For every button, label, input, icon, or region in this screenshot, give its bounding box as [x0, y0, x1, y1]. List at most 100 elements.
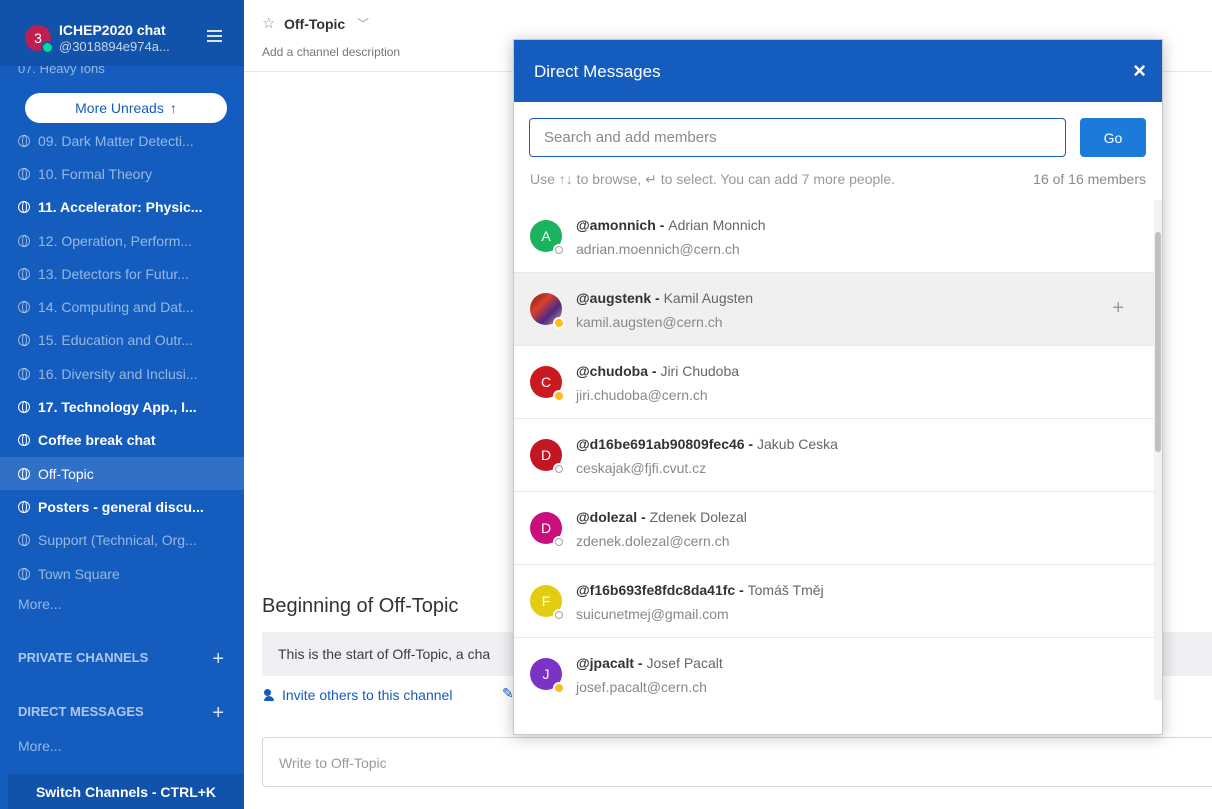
browse-help-text: Use ↑↓ to browse, ↵ to select. You can a…	[530, 171, 896, 187]
globe-icon	[18, 467, 30, 480]
member-fullname: Zdenek Dolezal	[649, 509, 747, 525]
globe-icon	[18, 167, 30, 180]
search-members-input[interactable]	[529, 118, 1066, 157]
member-row[interactable]: C @chudoba - Jiri Chudoba jiri.chudoba@c…	[514, 346, 1154, 419]
public-channel-list: 09. Dark Matter Detecti... 10. Formal Th…	[0, 124, 244, 590]
channel-intro-title: Beginning of Off-Topic	[262, 595, 459, 617]
sidebar-channel-label: 10. Formal Theory	[38, 165, 153, 182]
member-row[interactable]: D @dolezal - Zdenek Dolezal zdenek.dolez…	[514, 492, 1154, 565]
private-channels-label: PRIVATE CHANNELS	[18, 650, 149, 665]
hamburger-menu-icon[interactable]	[207, 30, 222, 42]
add-private-channel-icon[interactable]: +	[212, 648, 224, 671]
sidebar-channel-item-unread[interactable]: 11. Accelerator: Physic...	[0, 191, 244, 224]
sidebar-channel-label: 16. Diversity and Inclusi...	[38, 365, 198, 382]
sidebar-channel-label: Support (Technical, Org...	[38, 532, 197, 549]
chevron-down-icon[interactable]: ﹀	[357, 15, 369, 32]
pencil-icon[interactable]: ✎	[502, 685, 514, 702]
offline-status-icon	[553, 536, 565, 548]
globe-icon	[18, 500, 30, 513]
go-button[interactable]: Go	[1080, 118, 1146, 157]
member-separator: -	[637, 509, 650, 525]
sidebar-channel-item[interactable]: Support (Technical, Org...	[0, 524, 244, 557]
more-unreads-button[interactable]: More Unreads ↑	[25, 93, 227, 123]
member-fullname: Jiri Chudoba	[660, 363, 740, 379]
sidebar-channel-item-unread[interactable]: Coffee break chat	[0, 424, 244, 457]
switch-channels-button[interactable]: Switch Channels - CTRL+K	[8, 774, 244, 809]
away-status-icon	[553, 682, 565, 694]
member-separator: -	[634, 655, 647, 671]
sidebar-channel-label: 14. Computing and Dat...	[38, 299, 194, 316]
member-row[interactable]: J @jpacalt - Josef Pacalt josef.pacalt@c…	[514, 638, 1154, 700]
member-username: @augstenk	[576, 290, 652, 306]
team-name[interactable]: ICHEP2020 chat	[59, 22, 166, 38]
member-username: @f16b693fe8fdc8da41fc	[576, 582, 736, 598]
globe-icon	[18, 567, 30, 580]
member-separator: -	[735, 582, 748, 598]
favorite-star-icon[interactable]: ☆	[262, 14, 275, 32]
add-user-icon	[264, 689, 278, 701]
sidebar: 3 ICHEP2020 chat @3018894e974a... 07. He…	[0, 0, 244, 809]
sidebar-channel-label: 12. Operation, Perform...	[38, 232, 193, 249]
sidebar-channel-item[interactable]: 09. Dark Matter Detecti...	[0, 124, 244, 157]
member-identity: @augstenk - Kamil Augsten	[576, 290, 753, 306]
direct-messages-label: DIRECT MESSAGES	[18, 704, 144, 719]
member-identity: @amonnich - Adrian Monnich	[576, 217, 766, 233]
member-username: @chudoba	[576, 363, 648, 379]
away-status-icon	[553, 390, 565, 402]
scrollbar-thumb[interactable]	[1155, 232, 1161, 452]
direct-messages-modal: Direct Messages × Go Use ↑↓ to browse, ↵…	[513, 39, 1163, 735]
sidebar-channel-item[interactable]: 13. Detectors for Futur...	[0, 257, 244, 290]
offline-status-icon	[553, 609, 565, 621]
member-fullname: Adrian Monnich	[668, 217, 766, 233]
sidebar-channel-item-unread[interactable]: Posters - general discu...	[0, 490, 244, 523]
member-fullname: Kamil Augsten	[663, 290, 754, 306]
close-icon[interactable]: ×	[1133, 58, 1146, 84]
channel-title[interactable]: Off-Topic	[284, 16, 345, 32]
sidebar-channel-label: 15. Education and Outr...	[38, 332, 193, 349]
team-header[interactable]: 3 ICHEP2020 chat @3018894e974a...	[0, 0, 244, 66]
globe-icon	[18, 434, 30, 447]
member-list: A @amonnich - Adrian Monnich adrian.moen…	[514, 200, 1154, 700]
private-channels-header: PRIVATE CHANNELS +	[18, 648, 228, 670]
sidebar-channel-item-active[interactable]: Off-Topic	[0, 456, 244, 491]
current-username: @3018894e974a...	[59, 39, 170, 54]
message-input[interactable]: Write to Off-Topic	[262, 737, 1212, 787]
member-row[interactable]: F @f16b693fe8fdc8da41fc - Tomáš Tměj sui…	[514, 565, 1154, 638]
member-email: adrian.moennich@cern.ch	[576, 241, 740, 257]
member-row[interactable]: @augstenk - Kamil Augsten kamil.augsten@…	[514, 273, 1154, 346]
member-separator: -	[647, 363, 661, 379]
sidebar-channel-item[interactable]: 14. Computing and Dat...	[0, 290, 244, 323]
member-username: @jpacalt	[576, 655, 635, 671]
more-public-channels-link[interactable]: More...	[18, 596, 62, 612]
globe-icon	[18, 301, 30, 314]
invite-others-link[interactable]: Invite others to this channel	[264, 687, 452, 703]
sidebar-channel-label: Coffee break chat	[38, 432, 156, 449]
sidebar-channel-item-unread[interactable]: 17. Technology App., I...	[0, 390, 244, 423]
member-username: @d16be691ab90809fec46	[576, 436, 745, 452]
sidebar-channel-label: 09. Dark Matter Detecti...	[38, 132, 194, 149]
globe-icon	[18, 534, 30, 547]
more-direct-messages-link[interactable]: More...	[18, 738, 62, 754]
sidebar-channel-item[interactable]: 10. Formal Theory	[0, 157, 244, 190]
member-email: jiri.chudoba@cern.ch	[576, 387, 708, 403]
member-count: 16 of 16 members	[1033, 171, 1146, 187]
add-member-icon[interactable]: +	[1112, 297, 1124, 320]
member-identity: @d16be691ab90809fec46 - Jakub Ceska	[576, 436, 838, 452]
globe-icon	[18, 401, 30, 414]
member-row[interactable]: D @d16be691ab90809fec46 - Jakub Ceska ce…	[514, 419, 1154, 492]
sidebar-channel-item[interactable]: 15. Education and Outr...	[0, 324, 244, 357]
sidebar-channel-item[interactable]: 16. Diversity and Inclusi...	[0, 357, 244, 390]
globe-icon	[18, 334, 30, 347]
add-direct-message-icon[interactable]: +	[212, 702, 224, 725]
member-email: josef.pacalt@cern.ch	[576, 679, 707, 695]
sidebar-channel-item[interactable]: Town Square	[0, 557, 244, 590]
member-row[interactable]: A @amonnich - Adrian Monnich adrian.moen…	[514, 200, 1154, 273]
member-separator: -	[744, 436, 757, 452]
sidebar-channel-label: Posters - general discu...	[38, 498, 204, 515]
sidebar-channel-item[interactable]: 12. Operation, Perform...	[0, 224, 244, 257]
member-identity: @chudoba - Jiri Chudoba	[576, 363, 739, 379]
channel-description-link[interactable]: Add a channel description	[262, 45, 400, 59]
globe-icon	[18, 267, 30, 280]
sidebar-channel-partially-hidden[interactable]: 07. Heavy Ions	[18, 66, 105, 78]
member-list-scrollbar[interactable]	[1154, 200, 1162, 700]
